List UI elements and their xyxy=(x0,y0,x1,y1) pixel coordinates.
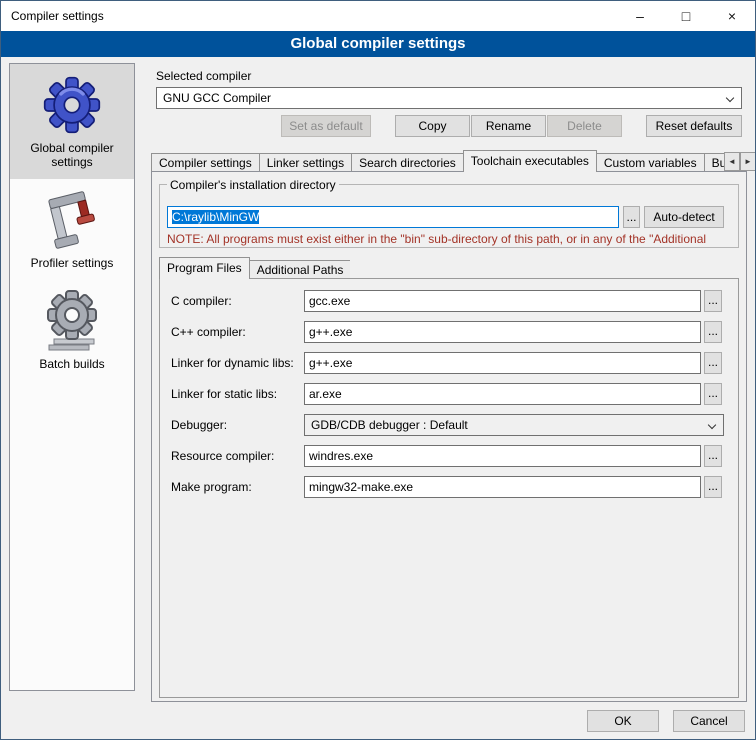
close-button[interactable]: × xyxy=(709,1,755,31)
window-title: Compiler settings xyxy=(11,9,104,23)
gear-blue-icon xyxy=(12,72,132,138)
program-files-tabbar: Program Files Additional Paths xyxy=(159,257,350,279)
arrow-right-icon: ► xyxy=(744,157,752,166)
close-icon: × xyxy=(728,8,736,24)
cancel-button[interactable]: Cancel xyxy=(673,710,745,732)
arrow-left-icon: ◄ xyxy=(728,157,736,166)
gear-gray-icon xyxy=(12,288,132,354)
sidebar-item-profiler-settings[interactable]: Profiler settings xyxy=(10,179,134,280)
tab-linker-settings[interactable]: Linker settings xyxy=(259,153,352,171)
sidebar-item-label: Profiler settings xyxy=(12,253,132,270)
debugger-row: Debugger: GDB/CDB debugger : Default xyxy=(171,414,724,436)
static-linker-label: Linker for static libs: xyxy=(171,383,304,405)
chevron-down-icon xyxy=(708,421,716,429)
cpp-compiler-row: C++ compiler: ... xyxy=(171,321,722,343)
static-linker-row: Linker for static libs: ... xyxy=(171,383,722,405)
chevron-down-icon xyxy=(726,94,734,102)
profiler-tool-icon xyxy=(12,187,132,253)
reset-defaults-button[interactable]: Reset defaults xyxy=(646,115,742,137)
rename-button[interactable]: Rename xyxy=(471,115,546,137)
compiler-tabbar: Compiler settings Linker settings Search… xyxy=(151,150,725,172)
installation-directory-value: C:\raylib\MinGW xyxy=(172,210,259,224)
make-program-label: Make program: xyxy=(171,476,304,498)
sidebar-item-label: Global compiler settings xyxy=(12,138,132,169)
debugger-select-value: GDB/CDB debugger : Default xyxy=(311,418,468,432)
minimize-icon: – xyxy=(636,8,644,24)
make-program-row: Make program: ... xyxy=(171,476,722,498)
resource-compiler-input[interactable] xyxy=(304,445,701,467)
window-controls: – □ × xyxy=(617,1,755,31)
tab-search-directories[interactable]: Search directories xyxy=(351,153,464,171)
static-linker-browse-button[interactable]: ... xyxy=(704,383,722,405)
resource-compiler-browse-button[interactable]: ... xyxy=(704,445,722,467)
cpp-compiler-browse-button[interactable]: ... xyxy=(704,321,722,343)
installation-directory-group-title: Compiler's installation directory xyxy=(167,178,339,192)
make-program-browse-button[interactable]: ... xyxy=(704,476,722,498)
subtab-additional-paths[interactable]: Additional Paths xyxy=(249,260,351,278)
maximize-icon: □ xyxy=(682,8,690,24)
copy-button[interactable]: Copy xyxy=(395,115,470,137)
static-linker-input[interactable] xyxy=(304,383,701,405)
c-compiler-input[interactable] xyxy=(304,290,701,312)
installation-directory-input[interactable]: C:\raylib\MinGW xyxy=(167,206,619,228)
selected-compiler-label: Selected compiler xyxy=(156,69,251,83)
maximize-button[interactable]: □ xyxy=(663,1,709,31)
resource-compiler-row: Resource compiler: ... xyxy=(171,445,722,467)
set-as-default-button: Set as default xyxy=(281,115,371,137)
dynamic-linker-input[interactable] xyxy=(304,352,701,374)
compiler-settings-window: Compiler settings – □ × Global compiler … xyxy=(0,0,756,740)
tab-scroll-right-button[interactable]: ► xyxy=(740,152,756,171)
tab-toolchain-executables[interactable]: Toolchain executables xyxy=(463,150,597,172)
debugger-select[interactable]: GDB/CDB debugger : Default xyxy=(304,414,724,436)
make-program-input[interactable] xyxy=(304,476,701,498)
tab-scroll-left-button[interactable]: ◄ xyxy=(724,152,740,171)
c-compiler-row: C compiler: ... xyxy=(171,290,722,312)
cpp-compiler-label: C++ compiler: xyxy=(171,321,304,343)
settings-sidebar: Global compiler settings Profiler settin… xyxy=(9,63,135,691)
installation-directory-browse-button[interactable]: ... xyxy=(623,206,640,228)
tab-custom-variables[interactable]: Custom variables xyxy=(596,153,705,171)
compiler-select-value: GNU GCC Compiler xyxy=(163,91,271,105)
debugger-label: Debugger: xyxy=(171,414,304,436)
c-compiler-label: C compiler: xyxy=(171,290,304,312)
installation-note: NOTE: All programs must exist either in … xyxy=(167,232,733,246)
resource-compiler-label: Resource compiler: xyxy=(171,445,304,467)
cpp-compiler-input[interactable] xyxy=(304,321,701,343)
minimize-button[interactable]: – xyxy=(617,1,663,31)
tab-build-options[interactable]: Build xyxy=(704,153,725,171)
subtab-program-files[interactable]: Program Files xyxy=(159,257,250,279)
sidebar-item-batch-builds[interactable]: Batch builds xyxy=(10,280,134,381)
tab-compiler-settings[interactable]: Compiler settings xyxy=(151,153,260,171)
dynamic-linker-browse-button[interactable]: ... xyxy=(704,352,722,374)
auto-detect-button[interactable]: Auto-detect xyxy=(644,206,724,228)
titlebar: Compiler settings – □ × xyxy=(1,1,755,31)
dynamic-linker-row: Linker for dynamic libs: ... xyxy=(171,352,722,374)
compiler-select[interactable]: GNU GCC Compiler xyxy=(156,87,742,109)
page-title: Global compiler settings xyxy=(1,31,755,57)
sidebar-item-global-compiler-settings[interactable]: Global compiler settings xyxy=(10,64,134,179)
c-compiler-browse-button[interactable]: ... xyxy=(704,290,722,312)
dynamic-linker-label: Linker for dynamic libs: xyxy=(171,352,304,374)
delete-button: Delete xyxy=(547,115,622,137)
ok-button[interactable]: OK xyxy=(587,710,659,732)
sidebar-item-label: Batch builds xyxy=(12,354,132,371)
